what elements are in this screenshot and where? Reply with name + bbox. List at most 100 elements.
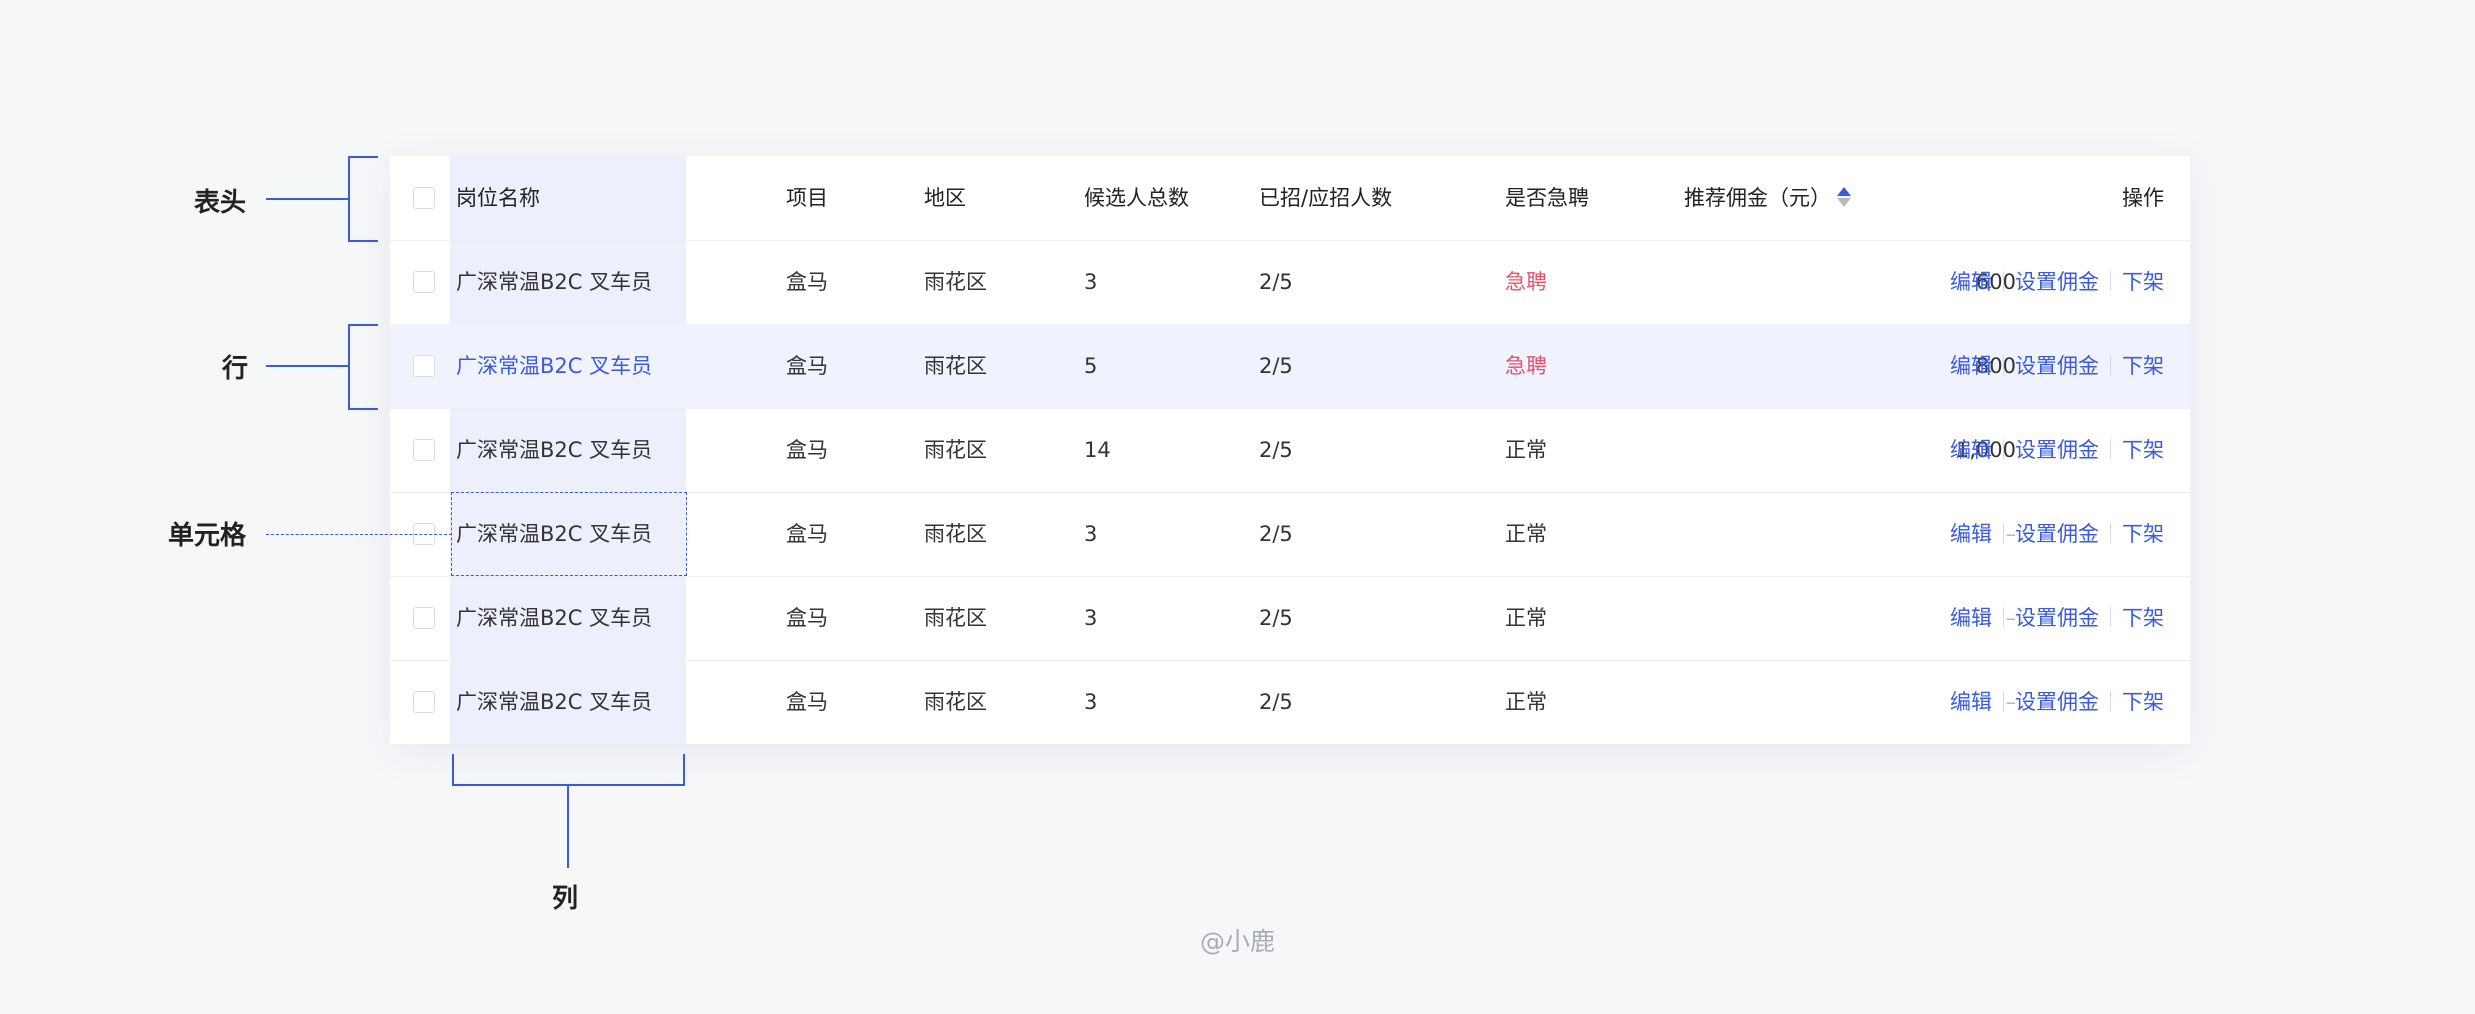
annotation-header-label: 表头	[194, 188, 247, 218]
header-name[interactable]: 岗位名称	[456, 156, 540, 240]
header-urgent: 是否急聘	[1505, 186, 1589, 210]
annotation-column-line	[567, 784, 569, 868]
annotation-header-bracket	[348, 156, 350, 242]
divider	[2110, 523, 2111, 543]
set-commission-link[interactable]: 设置佣金	[2015, 606, 2099, 630]
remove-link[interactable]: 下架	[2122, 270, 2164, 294]
annotation-column-bracket-right	[683, 754, 685, 786]
header-candidates: 候选人总数	[1084, 186, 1189, 210]
annotation-header-bracket-top	[348, 156, 378, 158]
cell-project: 盒马	[786, 354, 828, 378]
cell-region: 雨花区	[924, 354, 987, 378]
cell-name: 广深常温B2C 叉车员	[456, 354, 653, 378]
row-actions: 编辑 设置佣金 下架	[1950, 240, 2164, 324]
edit-link[interactable]: 编辑	[1950, 522, 1992, 546]
select-all-checkbox[interactable]	[413, 187, 435, 209]
divider	[2110, 355, 2111, 375]
row-actions: 编辑 设置佣金 下架	[1950, 408, 2164, 492]
set-commission-link[interactable]: 设置佣金	[2015, 438, 2099, 462]
cell-name: 广深常温B2C 叉车员	[456, 606, 653, 630]
header-hired: 已招/应招人数	[1259, 186, 1393, 210]
edit-link[interactable]: 编辑	[1950, 354, 1992, 378]
set-commission-link[interactable]: 设置佣金	[2015, 690, 2099, 714]
header-commission-label: 推荐佣金（元）	[1684, 186, 1831, 210]
remove-link[interactable]: 下架	[2122, 690, 2164, 714]
edit-link[interactable]: 编辑	[1950, 606, 1992, 630]
table-row[interactable]: 广深常温B2C 叉车员 盒马 雨花区 3 2/5 急聘 600 编辑 设置佣金 下架	[390, 240, 2190, 325]
row-checkbox[interactable]	[413, 691, 435, 713]
remove-link[interactable]: 下架	[2122, 438, 2164, 462]
watermark: @小鹿	[1200, 927, 1276, 956]
divider	[2003, 271, 2004, 291]
table-row[interactable]: 广深常温B2C 叉车员 盒马 雨花区 14 2/5 正常 1,000 编辑 设置佣…	[390, 408, 2190, 493]
row-actions: 编辑 设置佣金 下架	[1950, 492, 2164, 576]
annotation-column-label: 列	[552, 884, 579, 914]
divider	[2110, 607, 2111, 627]
cell-region: 雨花区	[924, 690, 987, 714]
annotation-column-bracket-left	[452, 754, 454, 786]
divider	[2003, 439, 2004, 459]
cell-candidates: 5	[1084, 354, 1098, 378]
annotation-header-line	[266, 198, 349, 200]
annotation-cell-line	[266, 534, 452, 535]
annotation-row-label: 行	[222, 354, 249, 384]
set-commission-link[interactable]: 设置佣金	[2015, 354, 2099, 378]
edit-link[interactable]: 编辑	[1950, 690, 1992, 714]
annotation-row-bracket-top	[348, 324, 378, 326]
table-row[interactable]: 广深常温B2C 叉车员 盒马 雨花区 3 2/5 正常 – 编辑 设置佣金 下架	[390, 660, 2190, 744]
cell-candidates: 3	[1084, 270, 1098, 294]
row-actions: 编辑 设置佣金 下架	[1950, 576, 2164, 660]
cell-urgent-status: 正常	[1505, 690, 1547, 714]
remove-link[interactable]: 下架	[2122, 522, 2164, 546]
cell-project: 盒马	[786, 690, 828, 714]
row-checkbox[interactable]	[413, 607, 435, 629]
cell-name: 广深常温B2C 叉车员	[456, 438, 653, 462]
cell-candidates: 3	[1084, 606, 1098, 630]
annotation-cell-label: 单元格	[168, 521, 247, 551]
sort-caret-icon[interactable]	[1837, 186, 1851, 208]
divider	[2110, 691, 2111, 711]
cell-project: 盒马	[786, 522, 828, 546]
divider	[2003, 691, 2004, 711]
table-header: 岗位名称 项目 地区 候选人总数 已招/应招人数 是否急聘 推荐佣金（元） 操作	[390, 156, 2190, 241]
annotation-row-line	[266, 365, 349, 367]
cell-project: 盒马	[786, 438, 828, 462]
cell-hired: 2/5	[1259, 690, 1293, 714]
cell-urgent-status: 急聘	[1505, 270, 1547, 294]
cell-hired: 2/5	[1259, 606, 1293, 630]
header-region: 地区	[924, 186, 966, 210]
cell-urgent-status: 正常	[1505, 438, 1547, 462]
header-operations: 操作	[2122, 186, 2164, 210]
remove-link[interactable]: 下架	[2122, 354, 2164, 378]
edit-link[interactable]: 编辑	[1950, 270, 1992, 294]
table-row[interactable]: 广深常温B2C 叉车员 盒马 雨花区 3 2/5 正常 – 编辑 设置佣金 下架	[390, 576, 2190, 661]
remove-link[interactable]: 下架	[2122, 606, 2164, 630]
cell-region: 雨花区	[924, 606, 987, 630]
divider	[2110, 439, 2111, 459]
cell-urgent-status: 正常	[1505, 606, 1547, 630]
annotation-header-bracket-bottom	[348, 240, 378, 242]
divider	[2003, 523, 2004, 543]
cell-candidates: 14	[1084, 438, 1111, 462]
annotation-row-bracket-bottom	[348, 408, 378, 410]
divider	[2110, 271, 2111, 291]
cell-project: 盒马	[786, 270, 828, 294]
table-row[interactable]: 广深常温B2C 叉车员 盒马 雨花区 5 2/5 急聘 800 编辑 设置佣金 下架	[390, 324, 2190, 409]
cell-region: 雨花区	[924, 270, 987, 294]
cell-urgent-status: 正常	[1505, 522, 1547, 546]
set-commission-link[interactable]: 设置佣金	[2015, 270, 2099, 294]
cell-hired: 2/5	[1259, 270, 1293, 294]
cell-hired: 2/5	[1259, 438, 1293, 462]
job-table: 岗位名称 项目 地区 候选人总数 已招/应招人数 是否急聘 推荐佣金（元） 操作…	[390, 156, 2190, 744]
row-checkbox[interactable]	[413, 439, 435, 461]
set-commission-link[interactable]: 设置佣金	[2015, 522, 2099, 546]
header-commission[interactable]: 推荐佣金（元）	[1684, 156, 1851, 240]
cell-name: 广深常温B2C 叉车员	[456, 270, 653, 294]
row-checkbox[interactable]	[413, 355, 435, 377]
cell-name: 广深常温B2C 叉车员	[456, 690, 653, 714]
edit-link[interactable]: 编辑	[1950, 438, 1992, 462]
cell-hired: 2/5	[1259, 354, 1293, 378]
row-checkbox[interactable]	[413, 271, 435, 293]
cell-region: 雨花区	[924, 522, 987, 546]
divider	[2003, 355, 2004, 375]
